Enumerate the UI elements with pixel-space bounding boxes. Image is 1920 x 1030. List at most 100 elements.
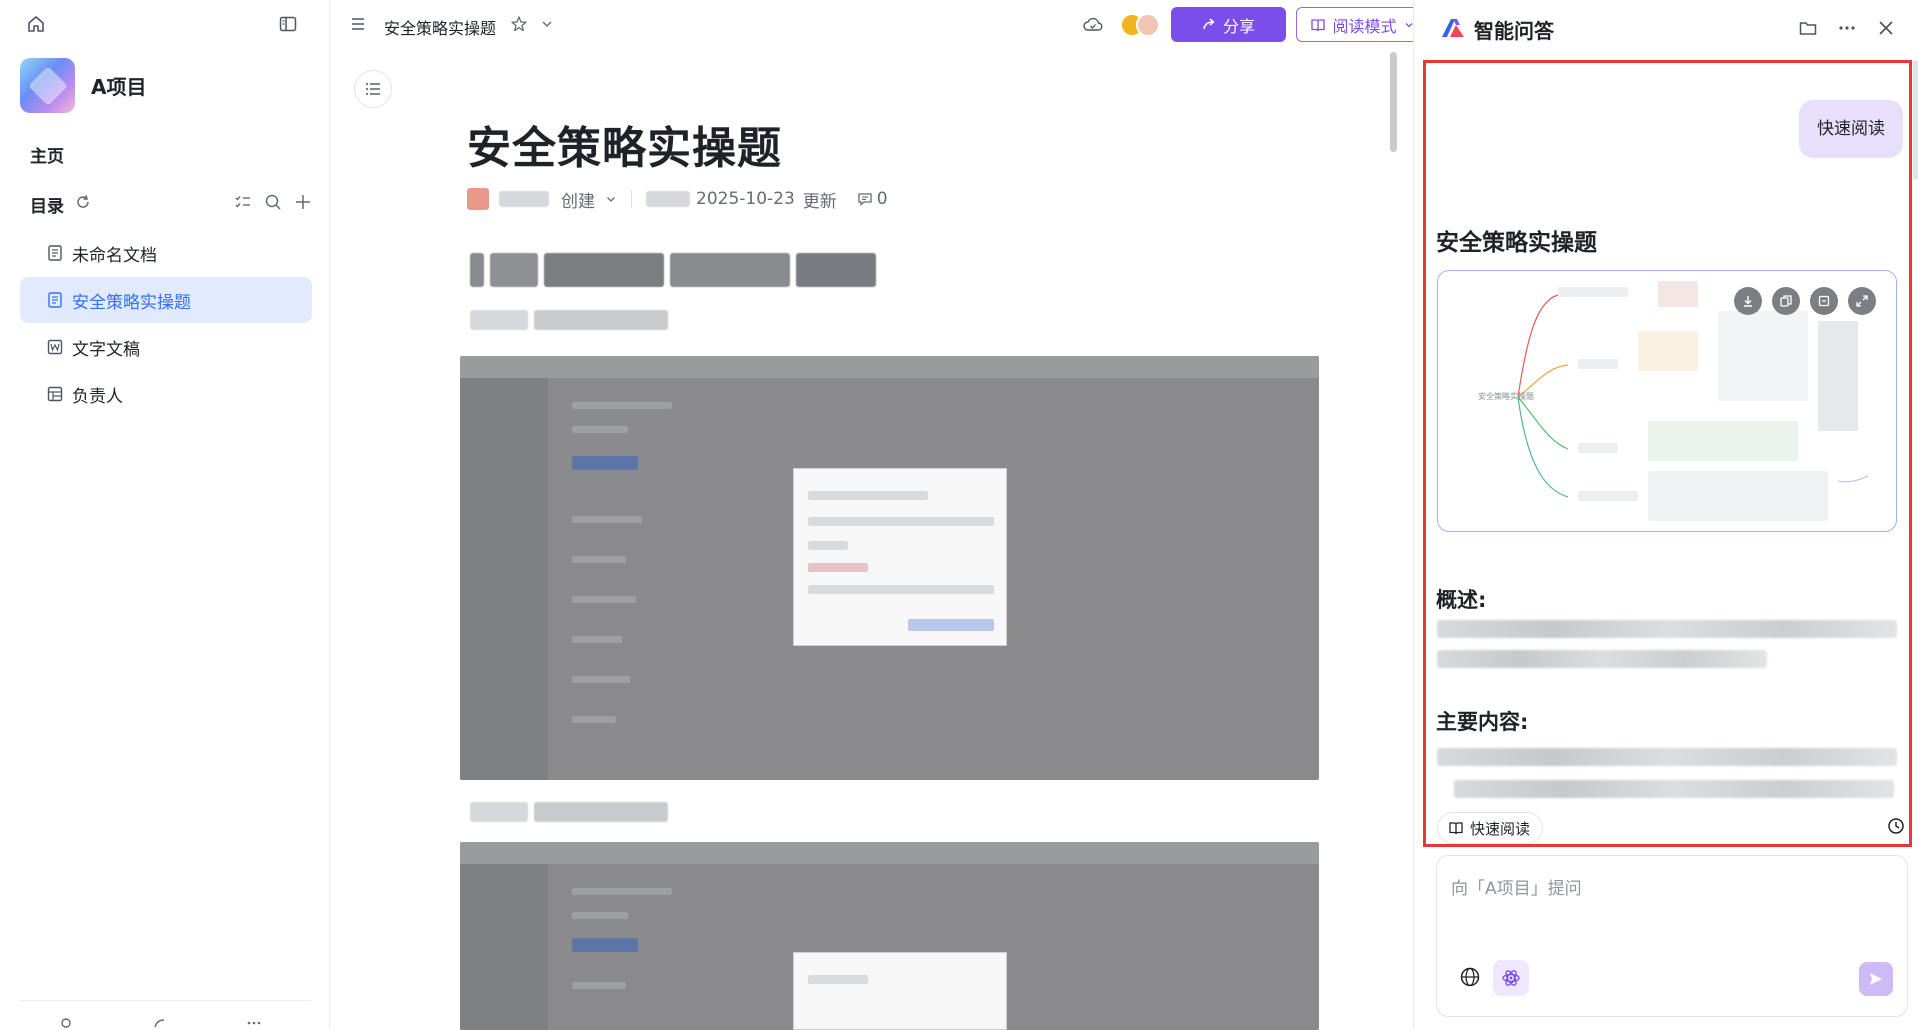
user-message-bubble: 快速阅读: [1799, 100, 1903, 158]
comment-icon[interactable]: [857, 191, 873, 207]
download-icon[interactable]: [1734, 287, 1762, 315]
share-button[interactable]: 分享: [1171, 7, 1286, 42]
add-icon[interactable]: [294, 193, 312, 215]
doc-icon: [46, 291, 64, 309]
atom-icon: [1502, 970, 1520, 986]
book-icon: [1311, 18, 1326, 31]
panel-scrollbar[interactable]: [1913, 60, 1918, 180]
chevron-down-icon[interactable]: [540, 16, 554, 35]
menu-icon[interactable]: [350, 16, 366, 36]
send-button[interactable]: [1859, 962, 1893, 996]
directory-header: 目录: [30, 192, 312, 217]
ai-assistant-panel: 智能问答 快速阅读 安全策略实操题 安全策略实操题 概述: 主要内容: 快速阅读…: [1413, 0, 1920, 1030]
sidebar-topbar: [0, 0, 329, 50]
sidebar-toggle-icon[interactable]: [278, 14, 298, 38]
mindmap-root-label: 安全策略实操题: [1478, 392, 1534, 401]
tree-item-word-doc[interactable]: 文字文稿: [20, 324, 312, 370]
send-icon: [1870, 973, 1882, 985]
project-logo: [20, 58, 75, 113]
insert-to-doc-icon[interactable]: [1810, 287, 1838, 315]
home-icon[interactable]: [26, 14, 46, 38]
tree-item-label: 负责人: [72, 386, 123, 407]
overview-heading: 概述:: [1436, 588, 1487, 612]
embedded-screenshot-image[interactable]: [460, 356, 1319, 780]
document-title[interactable]: 安全策略实操题: [467, 112, 782, 176]
app-window: A项目 主页 目录 未命名文档 安全策略实操题 文字文稿 负责人 安全策略实操题…: [0, 0, 1920, 1030]
tree-item-security-policy[interactable]: 安全策略实操题: [20, 277, 312, 323]
author-name-redacted: [499, 191, 549, 207]
read-mode-label: 阅读模式: [1332, 16, 1397, 36]
redacted-overview-line: [1437, 650, 1767, 668]
project-header[interactable]: A项目: [20, 58, 146, 113]
document-topbar: 安全策略实操题 分享 阅读模式: [330, 0, 1429, 50]
cloud-sync-icon: [1082, 14, 1104, 40]
mindmap-preview[interactable]: 安全策略实操题: [1437, 270, 1897, 532]
redacted-caption: [470, 802, 668, 822]
refresh-icon[interactable]: [74, 193, 92, 215]
deep-thinking-button[interactable]: [1493, 960, 1529, 996]
document-area: 安全策略实操题 分享 阅读模式 安全策略实操题 创建 2025-10-23 更新…: [330, 0, 1429, 1030]
created-label: 创建: [561, 191, 595, 212]
copy-icon[interactable]: [1772, 287, 1800, 315]
document-meta: 创建 2025-10-23 更新 0: [467, 186, 888, 212]
doc-icon: [46, 244, 64, 262]
share-icon: [1203, 18, 1215, 30]
mindmap-toolbar: [1734, 287, 1876, 315]
divider: [631, 190, 632, 208]
sidebar-home-link[interactable]: 主页: [30, 142, 64, 167]
word-icon: [46, 338, 64, 356]
embedded-screenshot-image[interactable]: [460, 842, 1319, 1030]
answer-title: 安全策略实操题: [1436, 230, 1597, 256]
history-icon[interactable]: [1886, 816, 1906, 840]
more-icon[interactable]: [1837, 18, 1857, 42]
ai-panel-header: 智能问答: [1414, 0, 1920, 56]
toc-button[interactable]: [354, 70, 392, 108]
collaborator-avatars[interactable]: [1120, 13, 1164, 39]
embedded-dialog-image: [793, 468, 1007, 646]
more-icon[interactable]: [246, 1015, 262, 1030]
author-avatar: [467, 188, 489, 210]
tree-item-label: 安全策略实操题: [72, 292, 191, 313]
tree-item-label: 未命名文档: [72, 245, 157, 266]
star-icon[interactable]: [510, 15, 528, 37]
project-name: A项目: [91, 75, 147, 99]
question-input-placeholder: 向「A项目」提问: [1451, 879, 1582, 899]
sidebar-footer: [20, 1000, 311, 1030]
main-content-heading: 主要内容:: [1436, 710, 1529, 734]
read-mode-button[interactable]: 阅读模式: [1296, 7, 1429, 42]
search-icon[interactable]: [264, 193, 282, 215]
table-icon: [46, 385, 64, 403]
breadcrumb[interactable]: 安全策略实操题: [384, 15, 496, 39]
globe-icon[interactable]: [1459, 966, 1481, 992]
checklist-icon[interactable]: [234, 193, 252, 215]
redacted-heading: [470, 253, 876, 287]
share-label: 分享: [1222, 16, 1255, 36]
question-input[interactable]: 向「A项目」提问: [1436, 855, 1908, 1017]
tree-item-owner-table[interactable]: 负责人: [20, 371, 312, 417]
embedded-dialog-image: [793, 952, 1007, 1030]
quick-read-label: 快速阅读: [1470, 819, 1531, 838]
list-icon: [366, 83, 380, 95]
redacted-text: [470, 310, 668, 330]
quick-read-chip[interactable]: 快速阅读: [1437, 812, 1544, 844]
directory-label: 目录: [30, 196, 64, 217]
share-out-icon[interactable]: [152, 1015, 168, 1030]
redacted-content-line: [1454, 780, 1894, 798]
updated-date: 2025-10-23: [696, 189, 795, 209]
settings-icon[interactable]: [58, 1015, 74, 1030]
sidebar: A项目 主页 目录 未命名文档 安全策略实操题 文字文稿 负责人: [0, 0, 330, 1030]
ai-panel-title: 智能问答: [1474, 19, 1554, 43]
document-scrollbar[interactable]: [1390, 52, 1397, 152]
close-icon[interactable]: [1876, 18, 1896, 42]
directory-tree: 未命名文档 安全策略实操题 文字文稿 负责人: [20, 230, 312, 418]
expand-icon[interactable]: [1848, 287, 1876, 315]
chevron-down-icon[interactable]: [605, 193, 617, 205]
comment-count: 0: [876, 189, 888, 209]
redacted-content-line: [1437, 748, 1897, 766]
folder-icon[interactable]: [1798, 18, 1818, 42]
ai-logo-icon: [1440, 16, 1466, 44]
editor-name-redacted: [646, 191, 690, 207]
redacted-overview-line: [1437, 620, 1897, 638]
tree-item-untitled-doc[interactable]: 未命名文档: [20, 230, 312, 276]
updated-label: 更新: [802, 191, 837, 212]
